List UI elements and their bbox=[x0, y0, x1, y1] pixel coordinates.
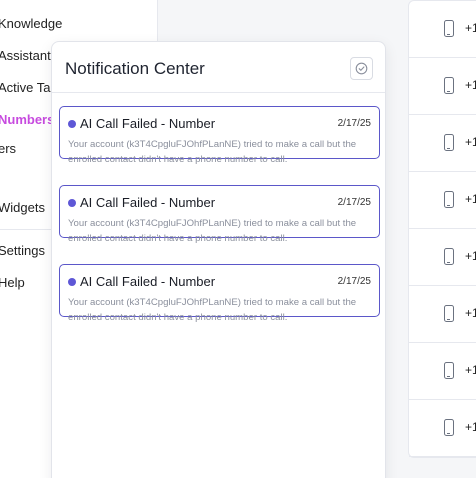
phone-row[interactable]: +1 bbox=[409, 115, 476, 172]
unread-dot bbox=[68, 199, 76, 207]
phone-number: +1 bbox=[465, 420, 476, 434]
sidebar-item-assistants[interactable]: Assistants bbox=[0, 48, 57, 63]
notification-center-header: Notification Center bbox=[52, 42, 385, 93]
notification-card[interactable]: AI Call Failed - Number 2/17/25 Your acc… bbox=[59, 185, 380, 244]
sidebar-item-widgets[interactable]: Widgets bbox=[0, 200, 45, 215]
mobile-phone-icon bbox=[444, 248, 454, 265]
mark-all-read-button[interactable] bbox=[350, 57, 373, 80]
phone-row[interactable]: +1 bbox=[409, 286, 476, 343]
sidebar-item-settings[interactable]: Settings bbox=[0, 243, 45, 258]
notification-card[interactable]: AI Call Failed - Number 2/17/25 Your acc… bbox=[59, 106, 380, 165]
mobile-phone-icon bbox=[444, 134, 454, 151]
phone-number: +1 bbox=[465, 306, 476, 320]
phone-number: +1 bbox=[465, 78, 476, 92]
phone-number-list: +1 +1 +1 +1 +1 +1 +1 +1 bbox=[408, 0, 476, 458]
phone-row[interactable]: +1 bbox=[409, 229, 476, 286]
notification-date: 2/17/25 bbox=[337, 197, 371, 208]
sidebar-item-users[interactable]: ers bbox=[0, 141, 16, 156]
notification-card[interactable]: AI Call Failed - Number 2/17/25 Your acc… bbox=[59, 264, 380, 323]
phone-number: +1 bbox=[465, 192, 476, 206]
mobile-phone-icon bbox=[444, 191, 454, 208]
mobile-phone-icon bbox=[444, 20, 454, 37]
phone-number: +1 bbox=[465, 21, 476, 35]
phone-row[interactable]: +1 bbox=[409, 343, 476, 400]
mobile-phone-icon bbox=[444, 305, 454, 322]
app-screen: Knowledge Assistants Active Tags Numbers… bbox=[0, 0, 476, 478]
notification-body: Your account (k3T4CpgluFJOhfPLanNE) trie… bbox=[68, 139, 357, 165]
mobile-phone-icon bbox=[444, 362, 454, 379]
phone-number: +1 bbox=[465, 249, 476, 263]
notification-center: Notification Center AI Call Failed - Num… bbox=[51, 41, 386, 478]
notification-date: 2/17/25 bbox=[337, 276, 371, 287]
phone-number: +1 bbox=[465, 363, 476, 377]
sidebar-item-knowledge[interactable]: Knowledge bbox=[0, 16, 62, 31]
check-circle-icon bbox=[355, 62, 368, 75]
sidebar-item-help[interactable]: Help bbox=[0, 275, 25, 290]
phone-number: +1 bbox=[465, 135, 476, 149]
phone-row[interactable]: +1 bbox=[409, 1, 476, 58]
notification-title: AI Call Failed - Number bbox=[80, 274, 216, 289]
sidebar-item-numbers[interactable]: Numbers bbox=[0, 112, 54, 127]
notification-title: AI Call Failed - Number bbox=[80, 116, 216, 131]
unread-dot bbox=[68, 278, 76, 286]
unread-dot bbox=[68, 120, 76, 128]
notification-date: 2/17/25 bbox=[337, 118, 371, 129]
mobile-phone-icon bbox=[444, 419, 454, 436]
notification-body: Your account (k3T4CpgluFJOhfPLanNE) trie… bbox=[68, 297, 357, 323]
phone-row[interactable]: +1 bbox=[409, 58, 476, 115]
notification-title: AI Call Failed - Number bbox=[80, 195, 216, 210]
phone-row[interactable]: +1 bbox=[409, 172, 476, 229]
phone-row[interactable]: +1 bbox=[409, 400, 476, 457]
mobile-phone-icon bbox=[444, 77, 454, 94]
notification-center-title: Notification Center bbox=[65, 59, 205, 78]
notification-body: Your account (k3T4CpgluFJOhfPLanNE) trie… bbox=[68, 218, 357, 244]
